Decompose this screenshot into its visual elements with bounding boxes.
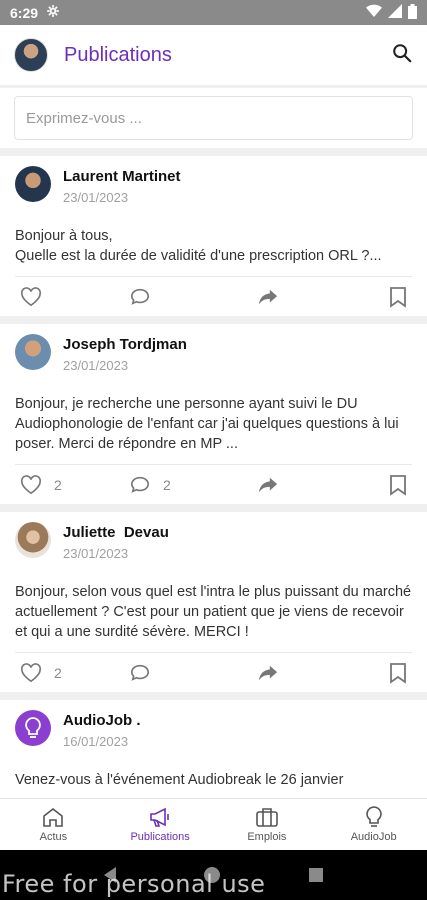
post-date: 23/01/2023 — [63, 546, 129, 561]
post-composer-input[interactable]: Exprimez-vous ... — [14, 96, 413, 140]
like-button[interactable]: 2 — [20, 662, 80, 683]
settings-icon — [46, 4, 60, 21]
author-avatar[interactable] — [15, 710, 51, 746]
post-author[interactable]: Laurent Martinet — [63, 168, 181, 185]
nav-item-actus[interactable]: Actus — [0, 799, 107, 850]
home-icon — [43, 807, 64, 827]
post-body[interactable]: Bonjour, selon vous quel est l'intra le … — [15, 570, 412, 652]
comment-icon — [130, 664, 150, 681]
briefcase-icon — [256, 808, 278, 827]
post-author[interactable]: Juliette Devau — [63, 524, 169, 541]
nav-item-audiojob[interactable]: AudioJob — [320, 799, 427, 850]
like-button[interactable]: 2 — [20, 474, 80, 495]
comment-button[interactable]: 2 — [129, 475, 189, 495]
bookmark-icon — [390, 286, 406, 308]
bulb-icon — [365, 806, 382, 827]
battery-icon — [408, 3, 417, 22]
post-actions — [15, 276, 412, 316]
post-actions: 2 2 — [15, 464, 412, 504]
signal-icon — [388, 4, 402, 21]
app-bar: Publications — [0, 25, 427, 85]
bookmark-icon — [390, 662, 406, 684]
nav-label: Publications — [130, 831, 190, 843]
bookmark-button[interactable] — [347, 474, 407, 496]
post-body[interactable]: Bonjour, je recherche une personne ayant… — [15, 382, 412, 464]
bookmark-icon — [390, 474, 406, 496]
like-button[interactable] — [20, 286, 80, 307]
megaphone-icon — [150, 807, 169, 827]
post-author[interactable]: Joseph Tordjman — [63, 336, 187, 353]
post-date: 23/01/2023 — [63, 358, 129, 373]
share-button[interactable] — [238, 475, 298, 495]
comment-button[interactable] — [129, 287, 189, 307]
heart-icon — [20, 662, 42, 682]
share-button[interactable] — [238, 663, 298, 683]
like-count: 2 — [54, 476, 62, 493]
post-date: 23/01/2023 — [63, 190, 129, 205]
post-card: AudioJob . 16/01/2023 Venez-vous à l'évé… — [0, 700, 427, 798]
comment-count: 2 — [163, 476, 171, 493]
comment-icon — [130, 476, 150, 493]
nav-item-emplois[interactable]: Emplois — [214, 799, 321, 850]
author-avatar[interactable] — [15, 166, 51, 202]
status-bar: 6:29 — [0, 0, 427, 25]
post-body[interactable]: Bonjour à tous, Quelle est la durée de v… — [15, 214, 412, 276]
author-avatar[interactable] — [15, 522, 51, 558]
nav-label: AudioJob — [350, 831, 397, 843]
post-author[interactable]: AudioJob . — [63, 712, 141, 729]
author-avatar[interactable] — [15, 334, 51, 370]
search-icon[interactable] — [391, 42, 413, 69]
heart-icon — [20, 286, 42, 306]
nav-label: Actus — [39, 831, 68, 843]
comment-button[interactable] — [129, 663, 189, 683]
share-icon — [258, 665, 278, 680]
page-title: Publications — [64, 43, 172, 66]
composer-section: Exprimez-vous ... — [0, 88, 427, 148]
heart-icon — [20, 474, 42, 494]
comment-icon — [130, 288, 150, 305]
post-card: Joseph Tordjman 23/01/2023 Bonjour, je r… — [0, 324, 427, 504]
nav-label: Emplois — [247, 831, 287, 843]
post-card: Juliette Devau 23/01/2023 Bonjour, selon… — [0, 512, 427, 692]
post-card: Laurent Martinet 23/01/2023 Bonjour à to… — [0, 156, 427, 316]
watermark: Free for personal use — [2, 870, 266, 898]
bottom-navigation: Actus Publications Emplois AudioJob — [0, 798, 427, 850]
like-count: 2 — [54, 664, 62, 681]
recents-icon[interactable] — [308, 868, 323, 882]
publication-feed: Laurent Martinet 23/01/2023 Bonjour à to… — [0, 156, 427, 798]
post-actions: 2 — [15, 652, 412, 692]
post-date: 16/01/2023 — [63, 734, 129, 749]
bookmark-button[interactable] — [347, 286, 407, 308]
bookmark-button[interactable] — [347, 662, 407, 684]
share-icon — [258, 477, 278, 492]
bulb-icon — [25, 717, 41, 738]
user-avatar[interactable] — [14, 38, 48, 72]
wifi-icon — [366, 4, 382, 21]
status-time: 6:29 — [10, 4, 39, 21]
share-button[interactable] — [238, 287, 298, 307]
post-body[interactable]: Venez-vous à l'événement Audiobreak le 2… — [15, 758, 412, 798]
share-icon — [258, 289, 278, 304]
nav-item-publications[interactable]: Publications — [107, 799, 214, 850]
